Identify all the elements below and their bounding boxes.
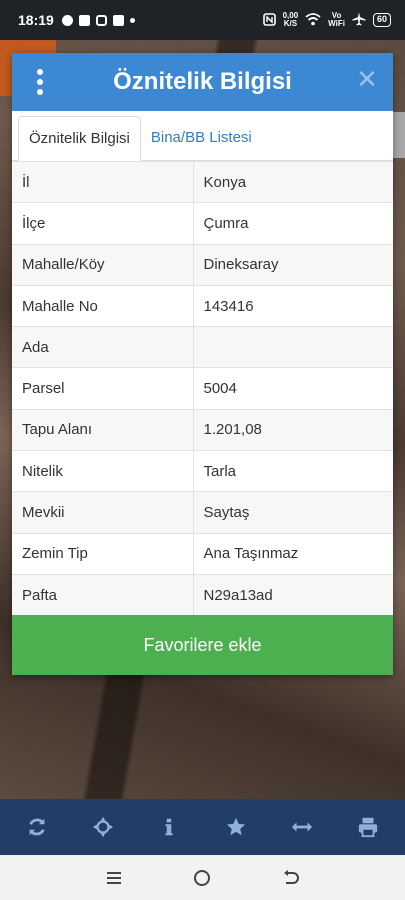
airplane-icon bbox=[352, 12, 366, 28]
attribute-key: Mahalle/Köy bbox=[12, 243, 194, 286]
refresh-icon[interactable] bbox=[17, 807, 57, 847]
attribute-value: 143416 bbox=[193, 284, 393, 327]
attribute-value: N29a13ad bbox=[193, 573, 393, 616]
table-row: Mahalle/Köy Dineksaray bbox=[12, 243, 393, 286]
attribute-value: 1.201,08 bbox=[193, 408, 393, 451]
attribute-table: İl Konya İlçe Çumra Mahalle/Köy Dineksaray Mah… bbox=[12, 160, 393, 616]
attribute-key: İlçe bbox=[12, 202, 194, 245]
overflow-menu-icon[interactable] bbox=[34, 69, 46, 95]
status-bar: 18:19 0,00 K/S Vo WiFi 60 bbox=[0, 0, 405, 40]
locate-icon[interactable] bbox=[83, 807, 123, 847]
tab-building-list[interactable]: Bina/BB Listesi bbox=[141, 115, 262, 160]
attribute-key: İl bbox=[12, 160, 194, 203]
system-nav-bar bbox=[0, 855, 405, 900]
net-speed-unit: K/S bbox=[283, 19, 298, 28]
attribute-key: Mahalle No bbox=[12, 284, 194, 327]
attribute-key: Tapu Alanı bbox=[12, 408, 194, 451]
table-row: İlçe Çumra bbox=[12, 202, 393, 245]
measure-icon[interactable] bbox=[282, 807, 322, 847]
info-icon[interactable] bbox=[149, 807, 189, 847]
wifi-icon bbox=[305, 12, 321, 28]
attribute-key: Ada bbox=[12, 326, 194, 368]
add-favorite-button[interactable]: Favorilere ekle bbox=[12, 615, 393, 675]
attribute-key: Pafta bbox=[12, 573, 194, 616]
map-toolbar bbox=[0, 799, 405, 855]
nfc-icon bbox=[262, 12, 276, 28]
attribute-info-dialog: Öznitelik Bilgisi ✕ Öznitelik Bilgisi Bi… bbox=[12, 53, 393, 675]
vowifi-bottom: WiFi bbox=[328, 19, 345, 28]
star-icon[interactable] bbox=[216, 807, 256, 847]
attribute-value bbox=[193, 326, 393, 368]
status-icons-right: 0,00 K/S Vo WiFi 60 bbox=[262, 12, 391, 28]
attribute-value: Konya bbox=[193, 160, 393, 203]
dialog-header: Öznitelik Bilgisi ✕ bbox=[12, 53, 393, 111]
app-notification-icon bbox=[78, 14, 90, 26]
table-row: Zemin Tip Ana Taşınmaz bbox=[12, 532, 393, 575]
attribute-value: Ana Taşınmaz bbox=[193, 532, 393, 575]
notification-icons bbox=[61, 14, 135, 26]
vowifi-label: Vo WiFi bbox=[328, 12, 345, 28]
attribute-key: Nitelik bbox=[12, 450, 194, 492]
table-row: İl Konya bbox=[12, 160, 393, 203]
table-row: Pafta N29a13ad bbox=[12, 573, 393, 616]
chat-notification-icon bbox=[61, 14, 73, 26]
attribute-value: Saytaş bbox=[193, 491, 393, 534]
table-row: Tapu Alanı 1.201,08 bbox=[12, 408, 393, 451]
tab-attribute-info[interactable]: Öznitelik Bilgisi bbox=[18, 116, 141, 161]
instagram-notification-icon bbox=[95, 14, 107, 26]
home-icon[interactable] bbox=[187, 863, 217, 893]
back-icon[interactable] bbox=[276, 863, 306, 893]
map-side-handle bbox=[391, 112, 405, 158]
attribute-value: Çumra bbox=[193, 202, 393, 245]
attribute-key: Zemin Tip bbox=[12, 532, 194, 575]
net-speed: 0,00 K/S bbox=[283, 12, 299, 28]
table-row: Parsel 5004 bbox=[12, 367, 393, 410]
table-row: Mahalle No 143416 bbox=[12, 284, 393, 327]
tab-bar: Öznitelik Bilgisi Bina/BB Listesi bbox=[12, 111, 393, 161]
table-row: Mevkii Saytaş bbox=[12, 491, 393, 534]
print-icon[interactable] bbox=[348, 807, 388, 847]
battery-indicator: 60 bbox=[372, 13, 391, 27]
outlook-notification-icon bbox=[112, 14, 124, 26]
close-icon[interactable]: ✕ bbox=[355, 66, 379, 92]
menu-icon[interactable] bbox=[99, 863, 129, 893]
attribute-value: Dineksaray bbox=[193, 243, 393, 286]
table-row: Nitelik Tarla bbox=[12, 450, 393, 492]
attribute-value: Tarla bbox=[193, 450, 393, 492]
table-row: Ada bbox=[12, 326, 393, 368]
status-time: 18:19 bbox=[18, 12, 54, 28]
dialog-title: Öznitelik Bilgisi bbox=[113, 68, 292, 95]
more-notifications-icon bbox=[129, 17, 135, 23]
attribute-value: 5004 bbox=[193, 367, 393, 410]
attribute-key: Mevkii bbox=[12, 491, 194, 534]
attribute-key: Parsel bbox=[12, 367, 194, 410]
